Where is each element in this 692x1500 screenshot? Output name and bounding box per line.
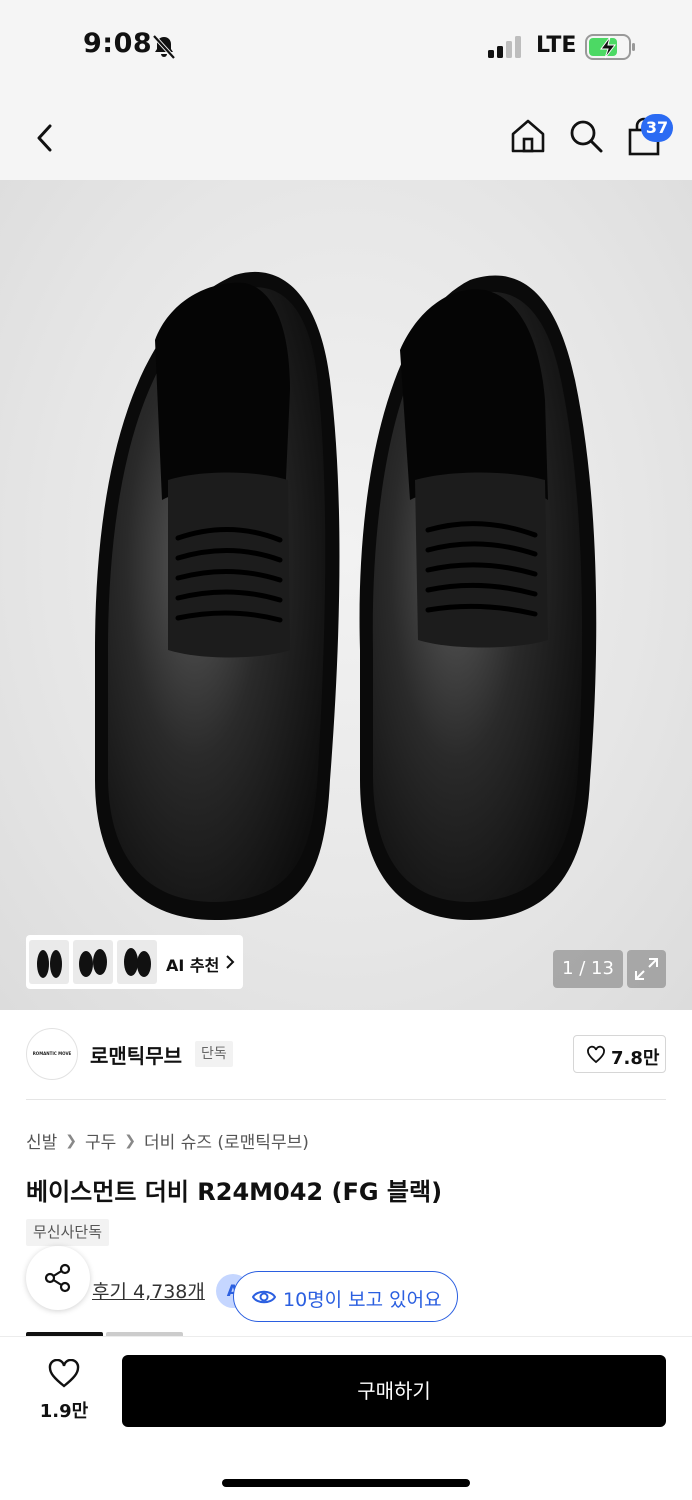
bell-slash-icon [152, 34, 176, 60]
divider [26, 1099, 666, 1100]
product-title: 베이스먼트 더비 R24M042 (FG 블랙) [26, 1178, 443, 1206]
wishlist-count: 1.9만 [39, 1401, 89, 1422]
wishlist-button[interactable]: 1.9만 [32, 1355, 96, 1425]
cart-count-badge: 37 [641, 114, 673, 142]
product-photo [95, 271, 597, 921]
recommend-thumbnail[interactable] [73, 940, 113, 984]
breadcrumb-item[interactable]: 구두 [85, 1128, 116, 1153]
brand-exclusive-badge: 단독 [195, 1041, 233, 1067]
chevron-right-icon [226, 955, 235, 969]
status-bar: 9:08 LTE [0, 0, 692, 96]
signal-icon [488, 36, 521, 58]
battery-charging-icon [585, 34, 635, 60]
brand-name[interactable]: 로맨틱무브 [90, 1040, 182, 1069]
image-page-counter: 1 / 13 [553, 950, 623, 988]
buy-button[interactable]: 구매하기 [122, 1355, 666, 1427]
home-icon[interactable] [508, 116, 548, 156]
heart-icon [587, 1045, 605, 1064]
expand-icon [635, 958, 658, 980]
top-nav-bar [0, 96, 692, 180]
search-icon[interactable] [566, 116, 606, 156]
back-icon[interactable] [30, 120, 62, 156]
recommend-thumbnail[interactable] [117, 940, 157, 984]
eye-icon [252, 1290, 276, 1304]
share-icon [44, 1263, 71, 1293]
brand-logo[interactable]: ROMANTIC MOVE [26, 1028, 78, 1080]
viewers-text: 10명이 보고 있어요 [283, 1289, 442, 1311]
chevron-right-icon: ❯ [65, 1132, 78, 1149]
breadcrumb-item[interactable]: 신발 [26, 1128, 57, 1153]
exclusive-tag: 무신사단독 [26, 1219, 110, 1246]
product-image-gallery[interactable]: AI 추천 1 / 13 [0, 180, 692, 1010]
viewers-indicator: 10명이 보고 있어요 [233, 1271, 458, 1322]
brand-like-button[interactable]: 7.8만 [573, 1035, 666, 1073]
share-button[interactable] [26, 1246, 90, 1310]
breadcrumb: 신발 ❯ 구두 ❯ 더비 슈즈 (로맨틱무브) [26, 1128, 309, 1154]
recommend-thumbnail[interactable] [29, 940, 69, 984]
review-link[interactable]: 후기 4,738개 [92, 1277, 205, 1304]
ai-recommend-label: AI 추천 [166, 956, 220, 975]
status-time: 9:08 [83, 28, 153, 59]
network-label: LTE [536, 33, 577, 58]
breadcrumb-item[interactable]: 더비 슈즈 (로맨틱무브) [144, 1128, 309, 1153]
chevron-right-icon: ❯ [124, 1132, 137, 1149]
bottom-action-bar: 1.9만 구매하기 [0, 1336, 692, 1500]
expand-image-button[interactable] [627, 950, 666, 988]
home-indicator [222, 1479, 470, 1487]
heart-icon [48, 1359, 80, 1388]
brand-like-count: 7.8만 [611, 1048, 660, 1069]
ai-recommend-strip[interactable]: AI 추천 [26, 935, 243, 989]
